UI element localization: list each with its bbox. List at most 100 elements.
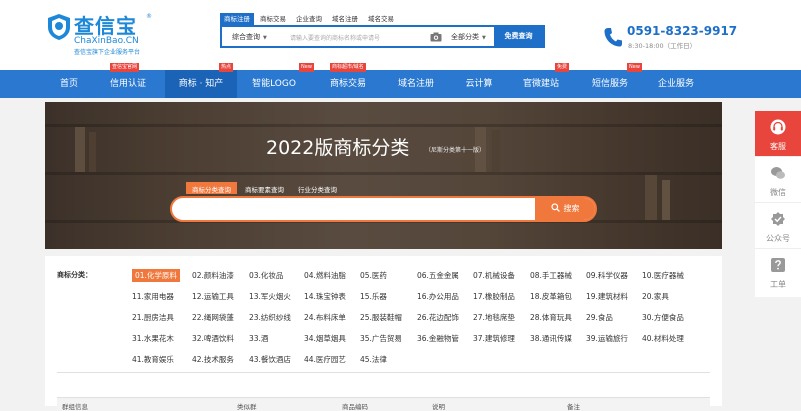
free-search-button[interactable]: 免费查询 [494, 27, 543, 46]
category-item[interactable]: 44.医疗园艺 [304, 353, 346, 366]
search-tab-trademark-register[interactable]: 商标注册 [220, 13, 254, 25]
search-button-label: 搜索 [563, 204, 580, 213]
category-item[interactable]: 31.水果花木 [132, 332, 174, 345]
caret-down-icon: ▼ [482, 35, 486, 41]
nav-enterprise-service[interactable]: 企业服务 [648, 70, 704, 98]
category-panel: 商标分类： 01.化学原料 02.颜料油漆 03.化妆品 04.燃料油脂 05.医药 06… [45, 256, 722, 411]
nav-sms-service[interactable]: 短信服务 [582, 70, 638, 98]
category-item[interactable]: 05.医药 [360, 269, 387, 282]
category-item[interactable]: 37.建筑修理 [473, 332, 515, 345]
category-item[interactable]: 39.运输旅行 [586, 332, 628, 345]
help-question-icon [771, 258, 785, 272]
nav-home[interactable]: 首页 [46, 70, 92, 98]
customer-service-button[interactable]: 客服 [755, 111, 801, 157]
search-type-tabs: 商标注册 商标交易 企业查询 域名注册 域名交易 [220, 13, 400, 25]
category-item[interactable]: 18.皮革箱包 [530, 290, 572, 303]
nav-website-builder[interactable]: 官微建站 [513, 70, 569, 98]
search-icon [550, 203, 560, 212]
nav-credit-certification[interactable]: 信用认证 [100, 70, 156, 98]
category-item[interactable]: 19.建筑材料 [586, 290, 628, 303]
category-item[interactable]: 02.颜料油漆 [192, 269, 234, 282]
logo-registered-mark: ® [146, 13, 152, 20]
category-item[interactable]: 20.家具 [642, 290, 669, 303]
category-item[interactable]: 34.烟草烟具 [304, 332, 346, 345]
logo-english-name: ChaXinBao.CN [74, 36, 139, 46]
search-scope-label: 全部分类 [451, 33, 479, 41]
camera-icon[interactable] [430, 32, 442, 42]
tab-industry-query[interactable]: 行业分类查询 [292, 182, 343, 194]
official-account-button[interactable]: 公众号 [755, 203, 801, 249]
category-item[interactable]: 09.科学仪器 [586, 269, 628, 282]
verified-badge-icon [771, 212, 785, 226]
search-input[interactable]: 请输入要查询的商标名称或申请号 [290, 33, 380, 42]
nav-badge-hot: 热点 [219, 63, 234, 72]
search-mode-select[interactable]: 综合查询 ▼ [232, 32, 267, 42]
hero-search-tabs: 商标分类查询 商标要素查询 行业分类查询 [186, 182, 345, 194]
category-search-button[interactable]: 搜索 [535, 198, 595, 220]
category-item[interactable]: 38.通讯传媒 [530, 332, 572, 345]
nav-trademark-trade[interactable]: 商标交易 [320, 70, 376, 98]
category-item[interactable]: 28.体育玩具 [530, 311, 572, 324]
work-order-label: 工单 [770, 280, 786, 289]
category-item[interactable]: 13.军火烟火 [249, 290, 291, 303]
category-item[interactable]: 42.技术服务 [192, 353, 234, 366]
category-item[interactable]: 08.手工器械 [530, 269, 572, 282]
category-item[interactable]: 35.广告贸易 [360, 332, 402, 345]
category-item[interactable]: 17.橡胶制品 [473, 290, 515, 303]
main-nav: 首页 信用认证 商标 · 知产 智能LOGO 商标交易 域名注册 云计算 官微建… [0, 63, 801, 98]
nav-badge-free: 免费 [555, 63, 570, 72]
category-item[interactable]: 22.绳网袋蓬 [192, 311, 234, 324]
customer-service-label: 客服 [770, 142, 786, 151]
category-item[interactable]: 25.服装鞋帽 [360, 311, 402, 324]
search-tab-company-query[interactable]: 企业查询 [292, 13, 326, 25]
site-logo[interactable]: 查信宝 ® ChaXinBao.CN 查信宝旗下企业服务平台 [46, 12, 156, 56]
category-item[interactable]: 21.厨房洁具 [132, 311, 174, 324]
category-item[interactable]: 24.布料床单 [304, 311, 346, 324]
category-item[interactable]: 23.纺织纱线 [249, 311, 291, 324]
category-item[interactable]: 30.方便食品 [642, 311, 684, 324]
nav-trademark-ip[interactable]: 商标 · 知产 [165, 70, 237, 98]
category-item[interactable]: 06.五金金属 [417, 269, 459, 282]
wechat-button[interactable]: 微信 [755, 157, 801, 203]
category-item[interactable]: 41.教育娱乐 [132, 353, 174, 366]
category-item[interactable]: 27.地毯席垫 [473, 311, 515, 324]
category-item[interactable]: 07.机械设备 [473, 269, 515, 282]
nav-badge-official-site: 查信宝官网 [110, 63, 140, 72]
category-item[interactable]: 14.珠宝钟表 [304, 290, 346, 303]
category-item[interactable]: 45.法律 [360, 353, 387, 366]
hero-banner: 2022版商标分类 （尼斯分类第十一版） 商标分类查询 商标要素查询 行业分类查… [45, 102, 722, 249]
column-header-description: 说明 [432, 403, 445, 411]
nav-cloud-computing[interactable]: 云计算 [457, 70, 501, 98]
tab-element-query[interactable]: 商标要素查询 [239, 182, 290, 194]
category-item[interactable]: 01.化学原料 [132, 269, 180, 282]
category-item[interactable]: 32.啤酒饮料 [192, 332, 234, 345]
category-item[interactable]: 33.酒 [249, 332, 268, 345]
category-item[interactable]: 10.医疗器械 [642, 269, 684, 282]
category-search-box[interactable]: 搜索 [170, 196, 597, 222]
category-item[interactable]: 36.金融物管 [417, 332, 459, 345]
category-item[interactable]: 40.材料处理 [642, 332, 684, 345]
category-item[interactable]: 29.食品 [586, 311, 613, 324]
category-item[interactable]: 11.家用电器 [132, 290, 174, 303]
search-tab-trademark-trade[interactable]: 商标交易 [256, 13, 290, 25]
tab-category-query[interactable]: 商标分类查询 [186, 182, 237, 194]
category-item[interactable]: 15.乐器 [360, 290, 387, 303]
category-label: 商标分类： [57, 271, 92, 279]
category-item[interactable]: 26.花边配饰 [417, 311, 459, 324]
search-tab-domain-trade[interactable]: 域名交易 [364, 13, 398, 25]
category-item[interactable]: 43.餐饮酒店 [249, 353, 291, 366]
headset-icon [770, 119, 786, 135]
category-item[interactable]: 03.化妆品 [249, 269, 283, 282]
category-item[interactable]: 04.燃料油脂 [304, 269, 346, 282]
search-tab-domain-register[interactable]: 域名注册 [328, 13, 362, 25]
category-item[interactable]: 12.运输工具 [192, 290, 234, 303]
service-hours: 8:30-18:00（工作日） [628, 42, 697, 50]
nav-smart-logo[interactable]: 智能LOGO [244, 70, 304, 98]
search-mode-label: 综合查询 [232, 33, 260, 41]
category-item[interactable]: 16.办公用品 [417, 290, 459, 303]
right-float-bar: 客服 微信 公众号 工单 [755, 111, 801, 297]
nav-domain-register[interactable]: 域名注册 [388, 70, 444, 98]
search-scope-select[interactable]: 全部分类 ▼ [451, 32, 486, 42]
work-order-button[interactable]: 工单 [755, 249, 801, 295]
hero-subtitle: （尼斯分类第十一版） [425, 147, 486, 154]
